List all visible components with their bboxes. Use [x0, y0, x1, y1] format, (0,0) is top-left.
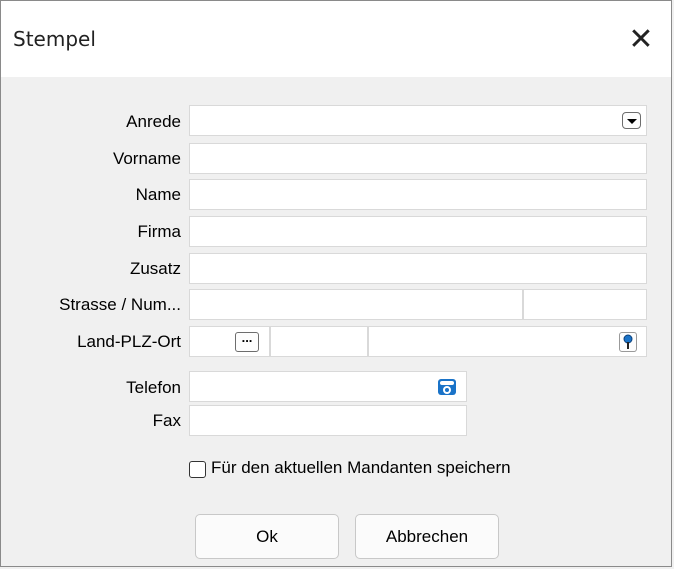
fax-label: Fax [152, 411, 181, 430]
telefon-field[interactable] [189, 371, 467, 402]
anrede-select[interactable] [189, 105, 647, 136]
firma-label: Firma [137, 222, 181, 241]
map-pin-icon[interactable] [619, 332, 637, 352]
vorname-label: Vorname [112, 149, 181, 168]
land-plz-ort-label: Land-PLZ-Ort [77, 332, 181, 351]
zusatz-field[interactable] [189, 253, 647, 284]
strasse-label: Strasse / Num... [59, 295, 181, 314]
ellipsis-icon[interactable]: ... [235, 331, 259, 352]
hausnummer-field[interactable] [523, 289, 647, 320]
save-for-client-label[interactable]: Für den aktuellen Mandanten speichern [211, 458, 511, 478]
zusatz-label: Zusatz [129, 259, 181, 278]
chevron-down-icon[interactable] [622, 112, 641, 129]
phone-icon[interactable] [437, 377, 457, 397]
stempel-dialog: Stempel ✕ Anrede Vorname Name Firma Zusa… [0, 0, 672, 567]
ok-button[interactable]: Ok [195, 514, 339, 559]
title-bar: Stempel ✕ [1, 1, 671, 77]
anrede-label: Anrede [126, 112, 181, 131]
cancel-button[interactable]: Abbrechen [355, 514, 499, 559]
ort-field[interactable] [368, 326, 647, 357]
save-for-client-checkbox[interactable] [189, 461, 206, 478]
close-icon[interactable]: ✕ [621, 19, 661, 59]
dialog-title: Stempel [13, 27, 96, 51]
strasse-field[interactable] [189, 289, 523, 320]
land-field[interactable]: ... [189, 326, 270, 357]
telefon-label: Telefon [126, 378, 181, 397]
plz-field[interactable] [270, 326, 368, 357]
name-label: Name [135, 185, 181, 204]
firma-field[interactable] [189, 216, 647, 247]
fax-field[interactable] [189, 405, 467, 436]
name-field[interactable] [189, 179, 647, 210]
vorname-field[interactable] [189, 143, 647, 174]
